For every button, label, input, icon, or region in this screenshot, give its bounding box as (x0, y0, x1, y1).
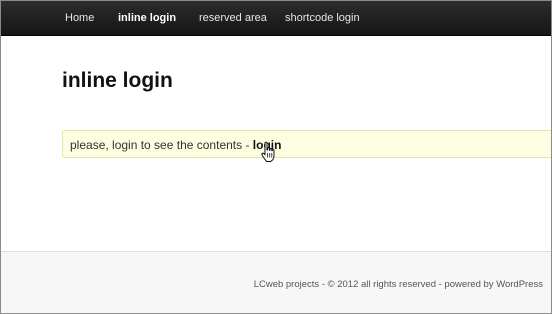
nav-item-reserved-area[interactable]: reserved area (199, 1, 267, 35)
nav-item-home[interactable]: Home (65, 1, 94, 35)
login-notice-box: please, login to see the contents - logi… (62, 130, 551, 158)
nav-item-inline-login[interactable]: inline login (118, 1, 176, 35)
hand-pointer-icon (261, 141, 275, 162)
page-title: inline login (62, 69, 173, 92)
page-footer: LCweb projects - © 2012 all rights reser… (1, 251, 551, 313)
notice-text: please, login to see the contents - (70, 138, 253, 152)
footer-copyright: LCweb projects - © 2012 all rights reser… (253, 279, 543, 290)
top-navigation-bar: Home inline login reserved area shortcod… (1, 1, 551, 36)
browser-viewport: Home inline login reserved area shortcod… (0, 0, 552, 314)
nav-item-shortcode-login[interactable]: shortcode login (285, 1, 360, 35)
